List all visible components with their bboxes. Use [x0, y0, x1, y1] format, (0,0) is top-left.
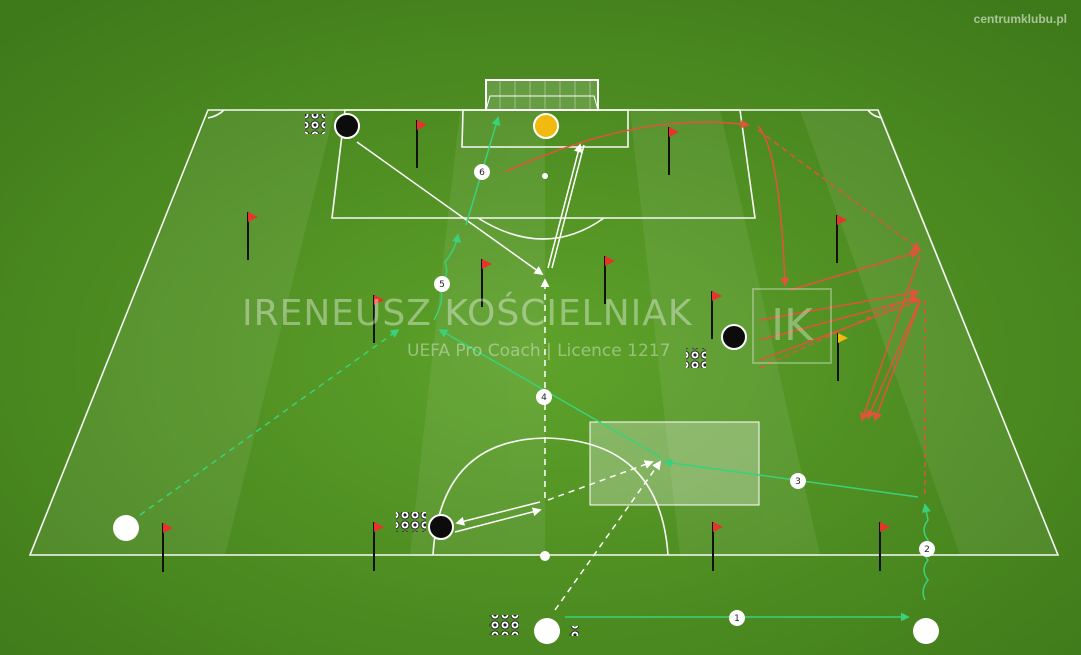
goal-icon	[485, 79, 599, 111]
soccer-ball-icon	[305, 114, 325, 134]
defender-marker	[428, 514, 454, 540]
centre-spot	[540, 551, 550, 561]
watermark-logo: IK	[752, 288, 832, 364]
goalkeeper-marker	[533, 113, 559, 139]
defender-marker	[721, 324, 747, 350]
site-label[interactable]: centrumklubu.pl	[974, 12, 1067, 26]
svg-text:3: 3	[795, 477, 801, 487]
watermark-subtitle: UEFA Pro Coach | Licence 1217	[407, 341, 671, 361]
svg-text:1: 1	[734, 614, 740, 624]
soccer-ball-icon	[396, 512, 426, 532]
soccer-ball-icon	[569, 626, 579, 636]
step-label-5: 5	[434, 276, 450, 292]
svg-text:5: 5	[439, 280, 445, 290]
attacker-marker	[534, 618, 560, 644]
step-label-6: 6	[474, 164, 490, 180]
step-label-2: 2	[919, 541, 935, 557]
defender-marker	[334, 113, 360, 139]
soccer-ball-icon	[489, 615, 519, 635]
svg-text:4: 4	[541, 393, 547, 403]
penalty-spot	[542, 173, 548, 179]
watermark-name: IRENEUSZ KOŚCIELNIAK	[242, 293, 693, 334]
step-label-4: 4	[536, 389, 552, 405]
drill-diagram: 1 2 3 4 5 6 centrumklubu.pl IRENEUSZ KOŚ…	[0, 0, 1081, 655]
step-label-1: 1	[729, 610, 745, 626]
svg-text:6: 6	[479, 168, 485, 178]
step-label-3: 3	[790, 473, 806, 489]
svg-text:2: 2	[924, 545, 930, 555]
attacker-marker	[913, 618, 939, 644]
attacker-marker	[113, 515, 139, 541]
soccer-ball-icon	[686, 348, 706, 368]
